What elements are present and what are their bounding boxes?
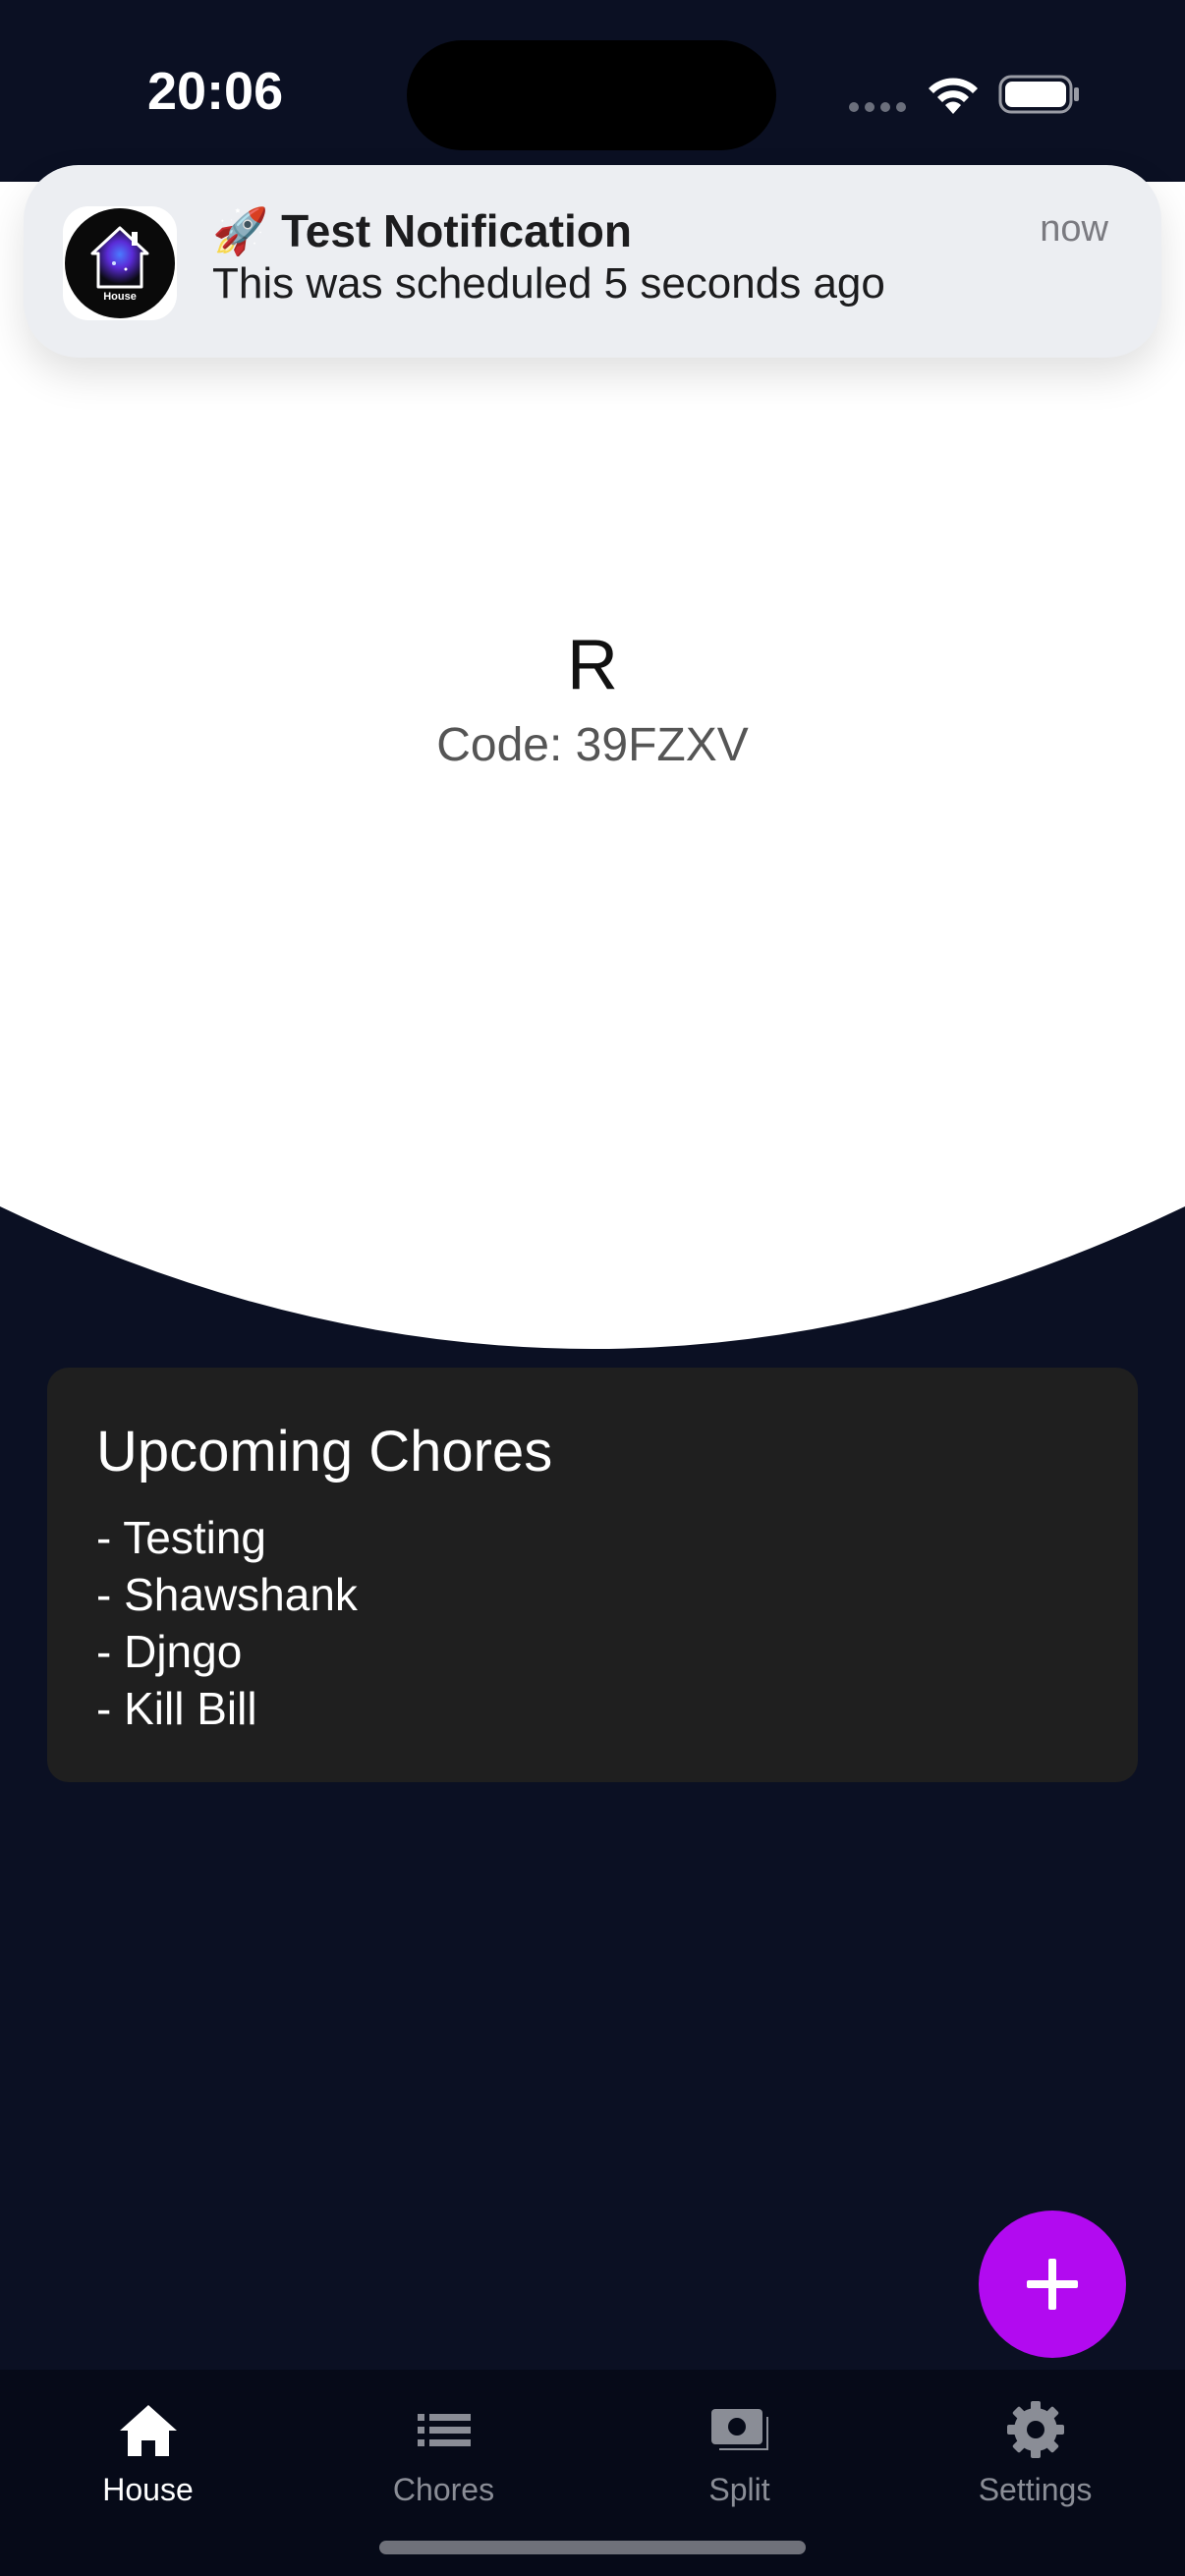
nav-item-settings[interactable]: Settings xyxy=(887,2395,1183,2508)
notification-title-text: Test Notification xyxy=(281,205,632,256)
upcoming-chores-card: Upcoming Chores - Testing - Shawshank - … xyxy=(47,1368,1138,1782)
chore-item: - Testing xyxy=(96,1512,267,1563)
chore-item: - Kill Bill xyxy=(96,1683,257,1734)
dynamic-island xyxy=(407,40,776,150)
house-name: R xyxy=(567,626,618,704)
notification-title: 🚀 Test Notification xyxy=(212,204,632,258)
nav-label-settings: Settings xyxy=(978,2472,1093,2507)
nav-label-house: House xyxy=(102,2472,194,2507)
add-button[interactable] xyxy=(979,2211,1126,2358)
nav-item-split[interactable]: Split xyxy=(592,2395,887,2508)
status-time: 20:06 xyxy=(147,62,284,121)
gear-icon xyxy=(1006,2401,1064,2458)
chore-item: - Djngo xyxy=(96,1626,243,1677)
house-code: Code: 39FZXV xyxy=(436,719,749,771)
list-icon xyxy=(417,2414,471,2446)
nav-item-chores[interactable]: Chores xyxy=(296,2395,592,2508)
wifi-icon xyxy=(929,78,978,114)
chore-item: - Shawshank xyxy=(96,1569,358,1620)
home-indicator[interactable] xyxy=(379,2541,806,2554)
notification-banner[interactable]: House 🚀 Test Notification This was sched… xyxy=(24,165,1161,358)
money-icon xyxy=(710,2409,768,2450)
rocket-icon: 🚀 xyxy=(212,205,269,256)
signal-dots-icon xyxy=(849,102,906,112)
notification-time: now xyxy=(1040,208,1108,250)
status-bar: 20:06 xyxy=(0,0,1185,187)
nav-label-chores: Chores xyxy=(392,2472,495,2507)
upcoming-chores-title: Upcoming Chores xyxy=(96,1420,553,1484)
notification-body: This was scheduled 5 seconds ago xyxy=(212,259,885,308)
battery-icon xyxy=(998,75,1079,114)
app-icon-label: House xyxy=(103,291,137,303)
nav-label-split: Split xyxy=(708,2472,770,2507)
home-icon xyxy=(119,2405,177,2456)
app-icon: House xyxy=(63,206,177,320)
plus-icon xyxy=(1027,2259,1078,2310)
upcoming-chores-list: - Testing - Shawshank - Djngo - Kill Bil… xyxy=(96,1509,358,1737)
nav-item-house[interactable]: House xyxy=(0,2395,296,2508)
